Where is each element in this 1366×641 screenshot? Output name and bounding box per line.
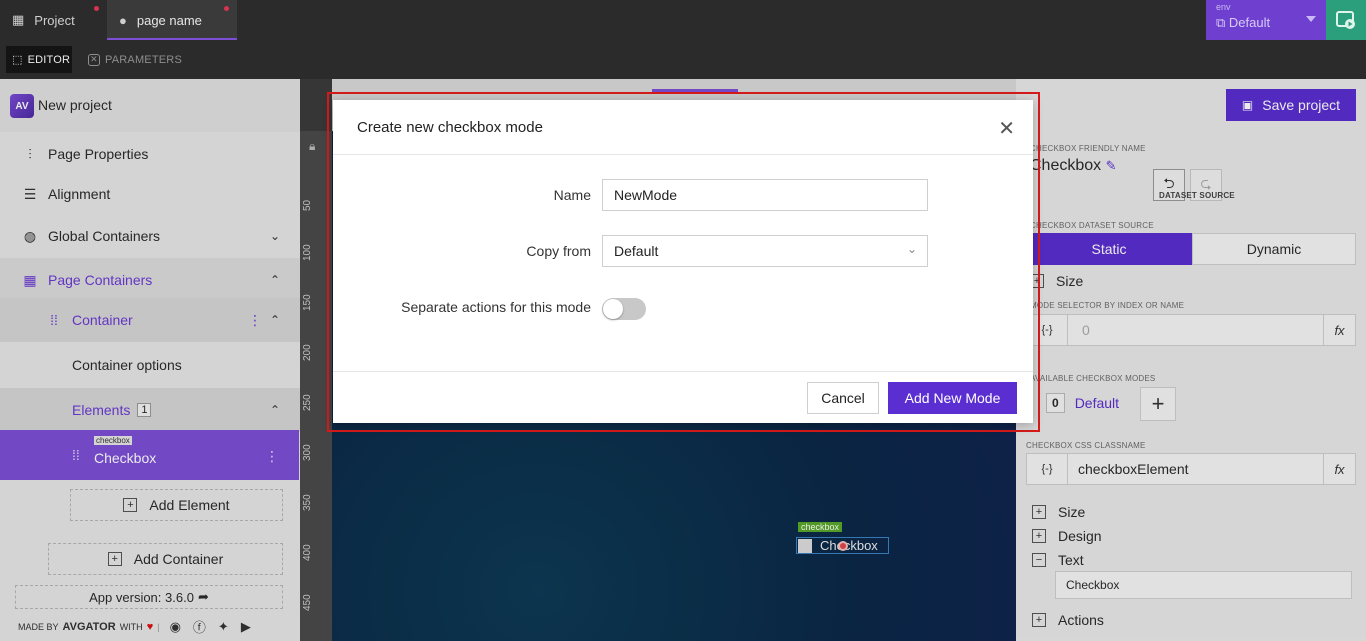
create-mode-dialog: Create new checkbox mode ✕ Name NewMode …	[333, 100, 1033, 423]
add-new-mode-button[interactable]: Add New Mode	[888, 382, 1017, 414]
tab-page[interactable]: ● page name	[107, 0, 237, 40]
dialog-divider	[333, 154, 1033, 155]
close-circle-icon: ✕	[88, 53, 100, 66]
drop-icon: ●	[119, 12, 127, 28]
dialog-footer-divider	[333, 371, 1033, 372]
copy-from-select[interactable]: Default ⌄	[602, 235, 928, 267]
env-value: ⧉ Default	[1216, 15, 1271, 30]
preview-icon	[1336, 11, 1355, 29]
editor-icon: ⬚	[12, 54, 23, 66]
copy-from-label: Copy from	[526, 243, 591, 259]
separate-actions-toggle[interactable]	[602, 298, 646, 320]
chevron-down-icon	[1306, 16, 1316, 22]
tab-project-label: Project	[34, 12, 75, 28]
toggle-knob	[603, 299, 623, 319]
tab-parameters[interactable]: ✕ PARAMETERS	[88, 46, 182, 73]
unsaved-dot	[94, 6, 99, 11]
env-label: env	[1216, 2, 1231, 12]
unsaved-dot	[224, 6, 229, 11]
name-label: Name	[553, 187, 591, 203]
preview-button[interactable]	[1326, 0, 1366, 40]
name-input[interactable]: NewMode	[602, 179, 928, 211]
tab-page-label: page name	[136, 12, 202, 28]
grid-icon: ▦	[12, 12, 25, 27]
close-icon[interactable]: ✕	[998, 116, 1015, 141]
tab-project[interactable]: ▦ Project	[0, 0, 107, 40]
dialog-title: Create new checkbox mode	[357, 119, 543, 136]
cancel-button[interactable]: Cancel	[807, 382, 879, 414]
chevron-down-icon: ⌄	[906, 242, 917, 256]
top-bar: ▦ Project ● page name env ⧉ Default	[0, 0, 1366, 40]
tab-editor[interactable]: ⬚ EDITOR	[6, 46, 72, 73]
mode-bar: ⬚ EDITOR ✕ PARAMETERS	[0, 40, 1366, 79]
env-selector[interactable]: env ⧉ Default	[1206, 0, 1326, 40]
separate-actions-label: Separate actions for this mode	[401, 299, 591, 315]
